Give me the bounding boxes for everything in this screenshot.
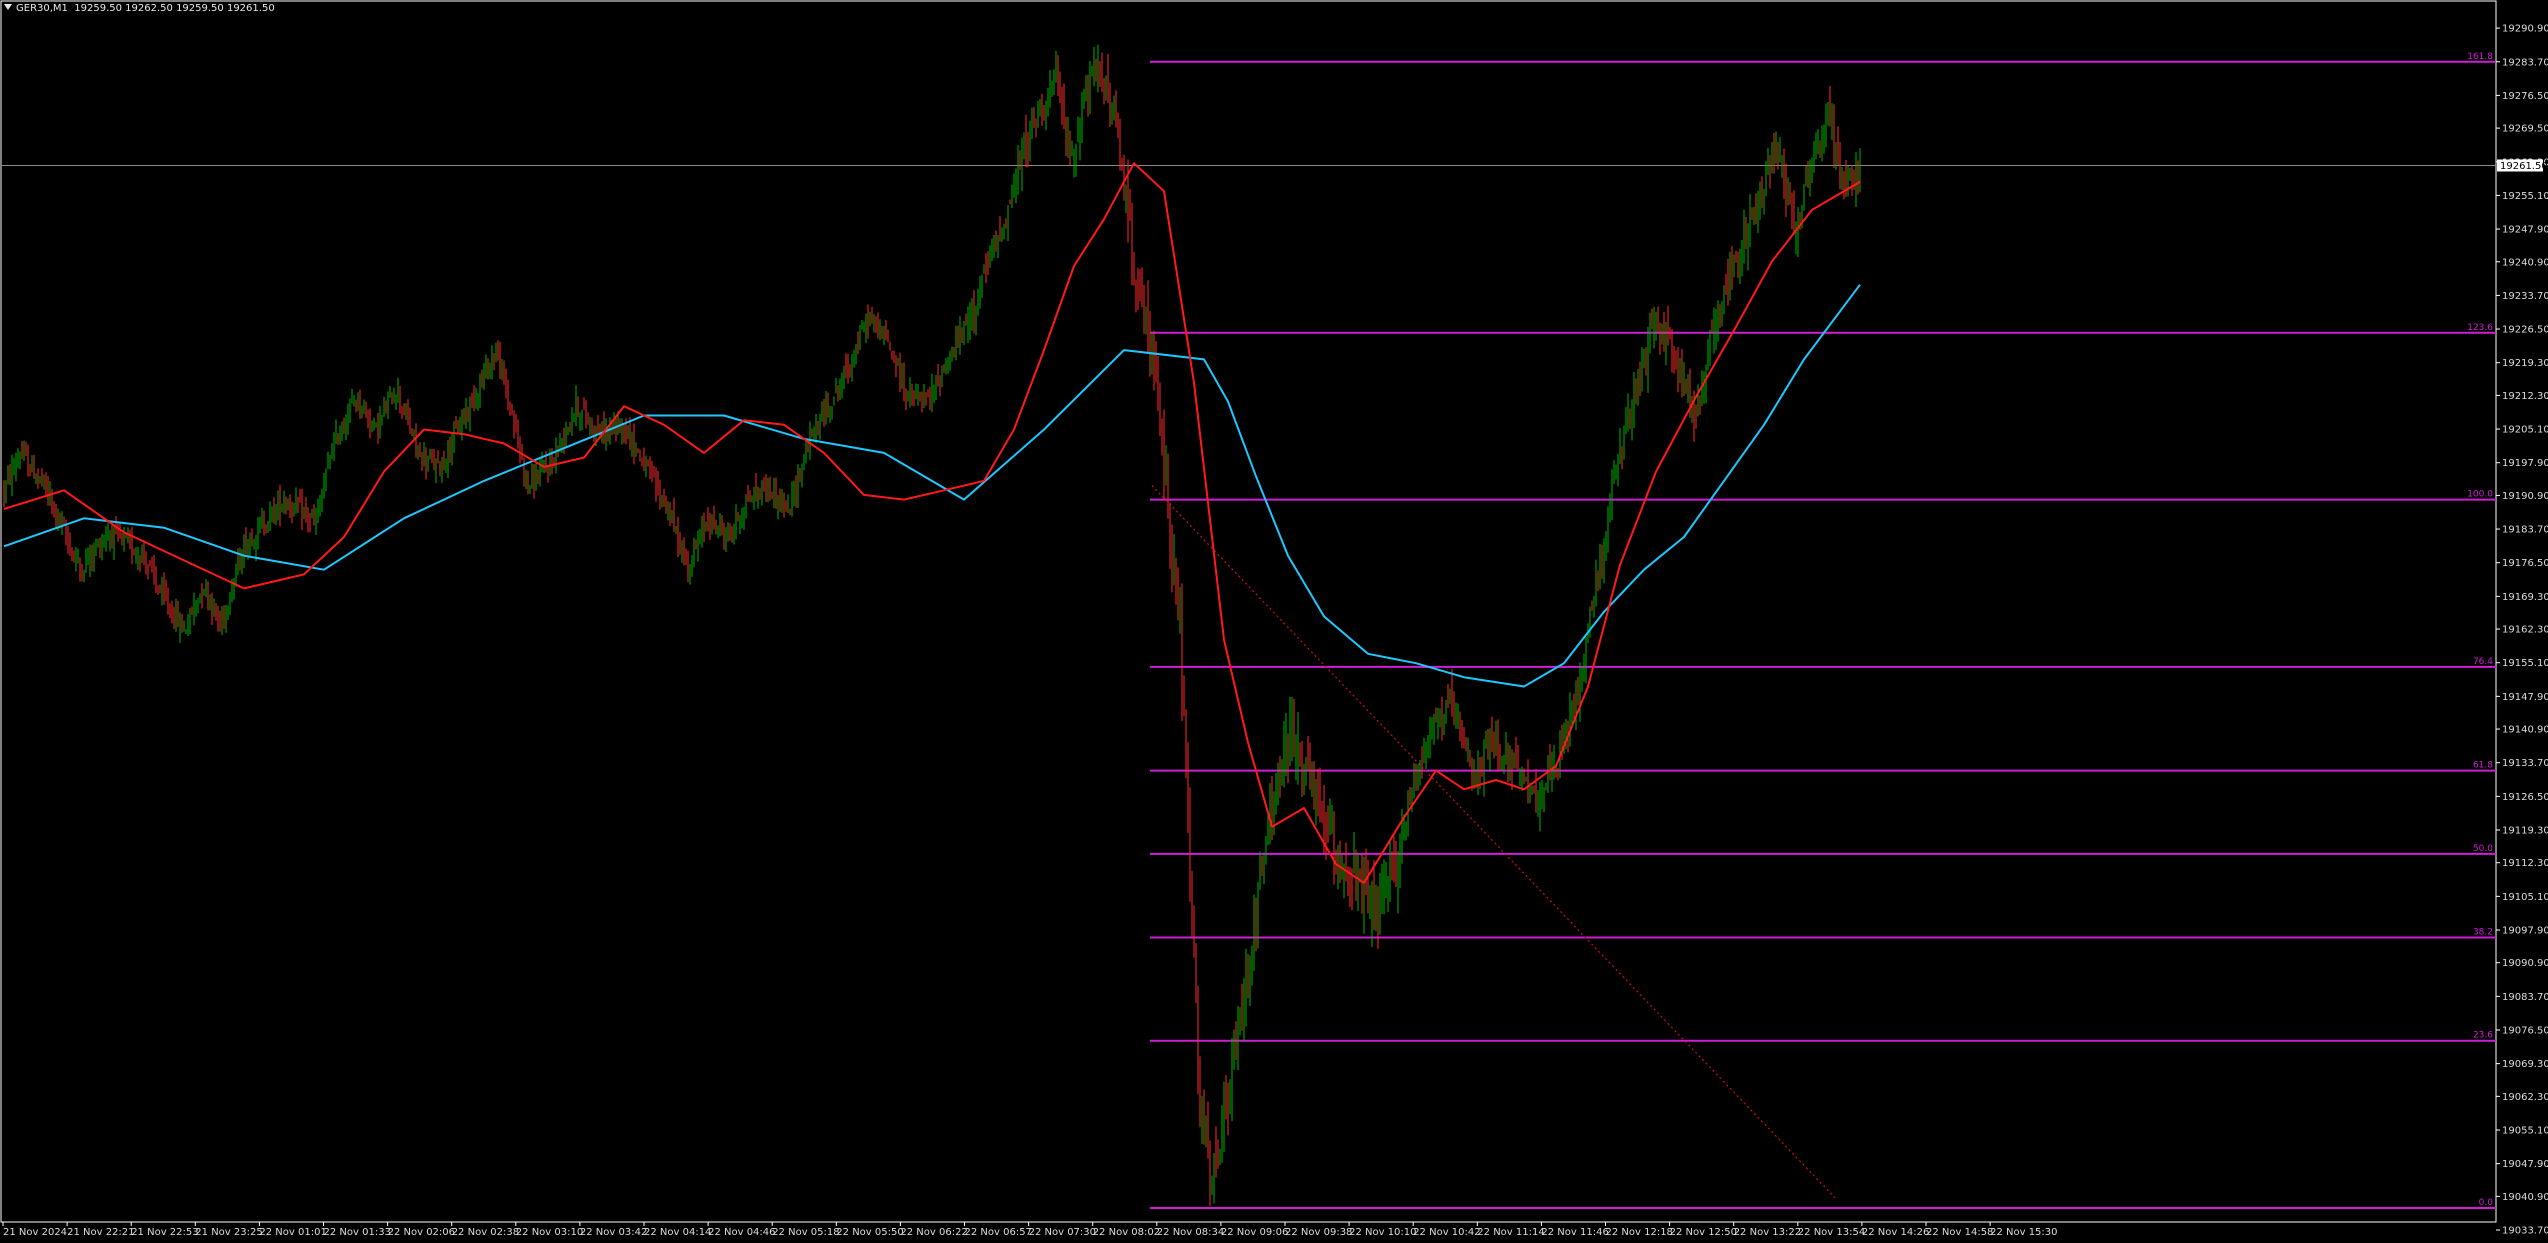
time-tick-label: 22 Nov 08:34 xyxy=(1157,1227,1224,1238)
fib-level-label: 0.0 xyxy=(2479,1198,2494,1208)
time-tick-label: 22 Nov 13:54 xyxy=(1798,1227,1865,1238)
time-tick-label: 22 Nov 11:46 xyxy=(1541,1227,1608,1238)
time-tick-label: 22 Nov 03:42 xyxy=(580,1227,647,1238)
price-tick-label: 19226.50 xyxy=(2502,325,2548,336)
time-tick-label: 22 Nov 12:50 xyxy=(1670,1227,1737,1238)
time-tick-label: 22 Nov 07:30 xyxy=(1029,1227,1096,1238)
price-tick-label: 19047.90 xyxy=(2502,1159,2548,1170)
time-tick-label: 21 Nov 22:53 xyxy=(131,1227,198,1238)
fib-level-label: 38.2 xyxy=(2473,927,2493,937)
time-tick-label: 22 Nov 02:06 xyxy=(388,1227,455,1238)
chart-info-bar: GER30,M1 19259.50 19262.50 19259.50 1926… xyxy=(4,3,275,14)
time-tick-label: 22 Nov 09:38 xyxy=(1285,1227,1352,1238)
price-tick-label: 19162.30 xyxy=(2502,625,2548,636)
time-tick-label: 22 Nov 04:14 xyxy=(644,1227,711,1238)
dropdown-triangle-icon[interactable] xyxy=(4,4,12,10)
time-tick-label: 22 Nov 01:33 xyxy=(324,1227,391,1238)
price-tick-label: 19062.30 xyxy=(2502,1092,2548,1103)
price-tick-label: 19183.70 xyxy=(2502,525,2548,536)
price-tick-label: 19219.30 xyxy=(2502,358,2548,369)
current-price-label: 19261.50 xyxy=(2500,161,2548,172)
price-tick-label: 19055.10 xyxy=(2502,1125,2548,1136)
price-axis: 19290.9019283.7019276.5019269.5019262.30… xyxy=(2496,24,2548,1237)
current-price-tag: 19261.50 xyxy=(2497,159,2548,172)
chart-window[interactable]: 19290.9019283.7019276.5019269.5019262.30… xyxy=(0,0,2548,1243)
price-tick-label: 19140.90 xyxy=(2502,725,2548,736)
time-tick-label: 22 Nov 15:30 xyxy=(1990,1227,2057,1238)
time-axis: 21 Nov 2024 21 Nov 22:2121 Nov 22:5321 No… xyxy=(2,1222,2058,1238)
price-tick-label: 19097.90 xyxy=(2502,925,2548,936)
price-tick-label: 19190.90 xyxy=(2502,491,2548,502)
ohlc-values: 19259.50 19262.50 19259.50 19261.50 xyxy=(74,3,275,14)
time-tick-label: 22 Nov 10:42 xyxy=(1413,1227,1480,1238)
price-tick-label: 19212.30 xyxy=(2502,391,2548,402)
price-tick-label: 19033.70 xyxy=(2502,1226,2548,1237)
price-tick-label: 19290.90 xyxy=(2502,24,2548,35)
price-tick-label: 19247.90 xyxy=(2502,225,2548,236)
fib-level-label: 161.8 xyxy=(2467,52,2493,62)
price-tick-label: 19147.90 xyxy=(2502,692,2548,703)
price-tick-label: 19255.10 xyxy=(2502,191,2548,202)
price-tick-label: 19069.30 xyxy=(2502,1059,2548,1070)
time-tick-label: 22 Nov 13:22 xyxy=(1734,1227,1801,1238)
price-tick-label: 19205.10 xyxy=(2502,425,2548,436)
time-tick-label: 22 Nov 04:46 xyxy=(708,1227,775,1238)
price-tick-label: 19126.50 xyxy=(2502,792,2548,803)
price-tick-label: 19276.50 xyxy=(2502,91,2548,102)
price-tick-label: 19233.70 xyxy=(2502,291,2548,302)
time-tick-label: 22 Nov 06:57 xyxy=(965,1227,1032,1238)
price-tick-label: 19283.70 xyxy=(2502,57,2548,68)
fib-level-label: 76.4 xyxy=(2473,657,2493,667)
fib-level-label: 61.8 xyxy=(2473,761,2493,771)
symbol-label: GER30,M1 xyxy=(16,3,68,14)
time-tick-label: 21 Nov 2024 xyxy=(3,1227,67,1238)
time-tick-label: 22 Nov 11:14 xyxy=(1477,1227,1544,1238)
time-tick-label: 22 Nov 09:06 xyxy=(1221,1227,1288,1238)
time-tick-label: 22 Nov 08:02 xyxy=(1093,1227,1160,1238)
price-tick-label: 19176.50 xyxy=(2502,558,2548,569)
time-tick-label: 22 Nov 14:26 xyxy=(1862,1227,1929,1238)
plot-frame xyxy=(0,0,2497,1223)
price-tick-label: 19169.30 xyxy=(2502,592,2548,603)
fib-level-label: 23.6 xyxy=(2473,1031,2493,1041)
price-tick-label: 19076.50 xyxy=(2502,1025,2548,1036)
price-tick-label: 19083.70 xyxy=(2502,992,2548,1003)
fib-level-label: 100.0 xyxy=(2467,490,2493,500)
price-tick-label: 19040.90 xyxy=(2502,1192,2548,1203)
time-tick-label: 22 Nov 14:58 xyxy=(1926,1227,1993,1238)
time-tick-label: 21 Nov 23:25 xyxy=(195,1227,262,1238)
time-tick-label: 22 Nov 05:50 xyxy=(836,1227,903,1238)
time-tick-label: 22 Nov 03:10 xyxy=(516,1227,583,1238)
price-tick-label: 19269.50 xyxy=(2502,124,2548,135)
price-tick-label: 19155.10 xyxy=(2502,658,2548,669)
fib-level-label: 123.6 xyxy=(2467,323,2493,333)
price-tick-label: 19119.30 xyxy=(2502,825,2548,836)
price-tick-label: 19197.90 xyxy=(2502,458,2548,469)
time-tick-label: 22 Nov 05:18 xyxy=(772,1227,839,1238)
time-tick-label: 22 Nov 06:22 xyxy=(900,1227,967,1238)
time-tick-label: 22 Nov 02:38 xyxy=(452,1227,519,1238)
time-tick-label: 21 Nov 22:21 xyxy=(67,1227,134,1238)
fib-level-label: 50.0 xyxy=(2473,844,2493,854)
price-tick-label: 19105.10 xyxy=(2502,892,2548,903)
price-tick-label: 19112.30 xyxy=(2502,858,2548,869)
time-tick-label: 22 Nov 10:10 xyxy=(1349,1227,1416,1238)
price-chart[interactable]: 19290.9019283.7019276.5019269.5019262.30… xyxy=(0,0,2548,1243)
price-tick-label: 19133.70 xyxy=(2502,758,2548,769)
time-tick-label: 22 Nov 01:01 xyxy=(259,1227,326,1238)
price-tick-label: 19240.90 xyxy=(2502,257,2548,268)
price-tick-label: 19090.90 xyxy=(2502,958,2548,969)
time-tick-label: 22 Nov 12:18 xyxy=(1606,1227,1673,1238)
